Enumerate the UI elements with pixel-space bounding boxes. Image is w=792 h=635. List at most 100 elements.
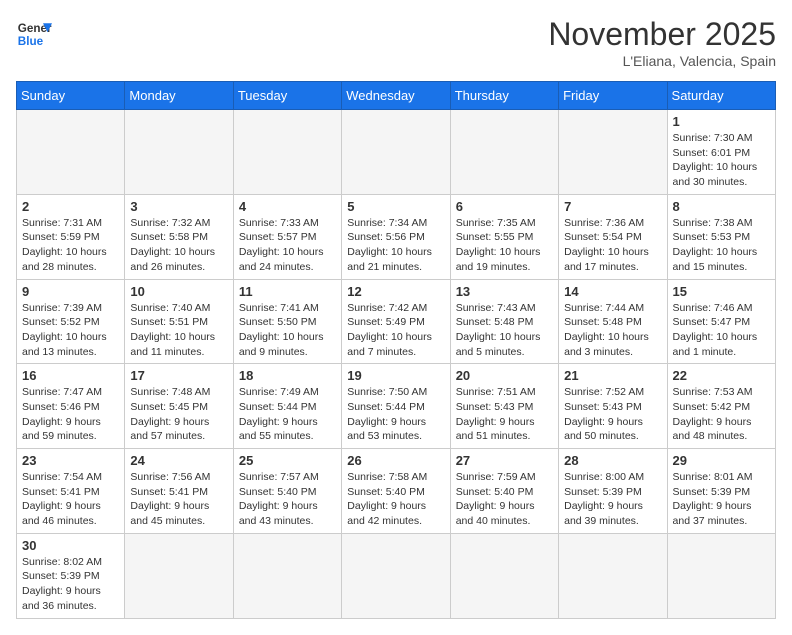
day-number: 9 <box>22 284 119 299</box>
day-number: 27 <box>456 453 553 468</box>
day-number: 7 <box>564 199 661 214</box>
day-number: 28 <box>564 453 661 468</box>
day-number: 11 <box>239 284 336 299</box>
day-number: 17 <box>130 368 227 383</box>
day-number: 30 <box>22 538 119 553</box>
calendar-week-1: 1Sunrise: 7:30 AM Sunset: 6:01 PM Daylig… <box>17 110 776 195</box>
weekday-header-saturday: Saturday <box>667 82 775 110</box>
calendar-cell: 2 Sunrise: 7:31 AM Sunset: 5:59 PM Daylig… <box>17 194 125 279</box>
day-info: Sunrise: 7:39 AM Sunset: 5:52 PM Dayligh… <box>22 301 119 360</box>
calendar-week-4: 16 Sunrise: 7:47 AM Sunset: 5:46 PM Dayli… <box>17 364 776 449</box>
calendar-cell: 16 Sunrise: 7:47 AM Sunset: 5:46 PM Dayli… <box>17 364 125 449</box>
day-info: Sunrise: 8:02 AM Sunset: 5:39 PM Dayligh… <box>22 555 119 614</box>
weekday-header-tuesday: Tuesday <box>233 82 341 110</box>
calendar-cell: 15Sunrise: 7:46 AM Sunset: 5:47 PM Dayli… <box>667 279 775 364</box>
day-info: Sunrise: 7:40 AM Sunset: 5:51 PM Dayligh… <box>130 301 227 360</box>
day-number: 5 <box>347 199 444 214</box>
calendar-cell: 8 Sunrise: 7:38 AM Sunset: 5:53 PM Daylig… <box>667 194 775 279</box>
day-info: Sunrise: 7:53 AM Sunset: 5:42 PM Dayligh… <box>673 385 770 444</box>
calendar-cell: 5Sunrise: 7:34 AM Sunset: 5:56 PM Daylig… <box>342 194 450 279</box>
day-number: 25 <box>239 453 336 468</box>
calendar-cell: 6 Sunrise: 7:35 AM Sunset: 5:55 PM Daylig… <box>450 194 558 279</box>
day-info: Sunrise: 7:54 AM Sunset: 5:41 PM Dayligh… <box>22 470 119 529</box>
day-number: 22 <box>673 368 770 383</box>
calendar-cell: 3Sunrise: 7:32 AM Sunset: 5:58 PM Daylig… <box>125 194 233 279</box>
month-title: November 2025 <box>548 16 776 53</box>
calendar-cell: 27Sunrise: 7:59 AM Sunset: 5:40 PM Dayli… <box>450 449 558 534</box>
calendar-cell <box>559 533 667 618</box>
page-header: General Blue November 2025 L'Eliana, Val… <box>16 16 776 69</box>
calendar-cell: 21 Sunrise: 7:52 AM Sunset: 5:43 PM Dayli… <box>559 364 667 449</box>
day-info: Sunrise: 7:33 AM Sunset: 5:57 PM Dayligh… <box>239 216 336 275</box>
calendar-cell <box>342 110 450 195</box>
calendar-cell: 4 Sunrise: 7:33 AM Sunset: 5:57 PM Daylig… <box>233 194 341 279</box>
day-number: 1 <box>673 114 770 129</box>
day-number: 12 <box>347 284 444 299</box>
calendar-cell: 11 Sunrise: 7:41 AM Sunset: 5:50 PM Dayli… <box>233 279 341 364</box>
day-number: 29 <box>673 453 770 468</box>
calendar-cell: 18Sunrise: 7:49 AM Sunset: 5:44 PM Dayli… <box>233 364 341 449</box>
calendar-cell <box>450 533 558 618</box>
day-info: Sunrise: 7:38 AM Sunset: 5:53 PM Dayligh… <box>673 216 770 275</box>
day-info: Sunrise: 7:36 AM Sunset: 5:54 PM Dayligh… <box>564 216 661 275</box>
calendar-cell: 29Sunrise: 8:01 AM Sunset: 5:39 PM Dayli… <box>667 449 775 534</box>
weekday-header-thursday: Thursday <box>450 82 558 110</box>
calendar-cell: 17 Sunrise: 7:48 AM Sunset: 5:45 PM Dayli… <box>125 364 233 449</box>
calendar-table: SundayMondayTuesdayWednesdayThursdayFrid… <box>16 81 776 619</box>
calendar-cell: 1Sunrise: 7:30 AM Sunset: 6:01 PM Daylig… <box>667 110 775 195</box>
day-info: Sunrise: 7:50 AM Sunset: 5:44 PM Dayligh… <box>347 385 444 444</box>
calendar-cell <box>342 533 450 618</box>
day-info: Sunrise: 7:46 AM Sunset: 5:47 PM Dayligh… <box>673 301 770 360</box>
calendar-cell <box>125 533 233 618</box>
calendar-cell <box>17 110 125 195</box>
day-info: Sunrise: 7:47 AM Sunset: 5:46 PM Dayligh… <box>22 385 119 444</box>
day-number: 18 <box>239 368 336 383</box>
day-info: Sunrise: 7:58 AM Sunset: 5:40 PM Dayligh… <box>347 470 444 529</box>
day-number: 14 <box>564 284 661 299</box>
location-subtitle: L'Eliana, Valencia, Spain <box>548 53 776 69</box>
calendar-cell: 7 Sunrise: 7:36 AM Sunset: 5:54 PM Daylig… <box>559 194 667 279</box>
calendar-week-3: 9 Sunrise: 7:39 AM Sunset: 5:52 PM Daylig… <box>17 279 776 364</box>
day-info: Sunrise: 7:48 AM Sunset: 5:45 PM Dayligh… <box>130 385 227 444</box>
logo: General Blue <box>16 16 52 52</box>
day-number: 16 <box>22 368 119 383</box>
calendar-cell: 23 Sunrise: 7:54 AM Sunset: 5:41 PM Dayli… <box>17 449 125 534</box>
calendar-cell: 14 Sunrise: 7:44 AM Sunset: 5:48 PM Dayli… <box>559 279 667 364</box>
calendar-cell: 30 Sunrise: 8:02 AM Sunset: 5:39 PM Dayli… <box>17 533 125 618</box>
day-info: Sunrise: 7:31 AM Sunset: 5:59 PM Dayligh… <box>22 216 119 275</box>
day-info: Sunrise: 7:41 AM Sunset: 5:50 PM Dayligh… <box>239 301 336 360</box>
calendar-cell: 13 Sunrise: 7:43 AM Sunset: 5:48 PM Dayli… <box>450 279 558 364</box>
weekday-header-friday: Friday <box>559 82 667 110</box>
calendar-week-6: 30 Sunrise: 8:02 AM Sunset: 5:39 PM Dayli… <box>17 533 776 618</box>
day-info: Sunrise: 7:35 AM Sunset: 5:55 PM Dayligh… <box>456 216 553 275</box>
day-number: 23 <box>22 453 119 468</box>
logo-icon: General Blue <box>16 16 52 52</box>
calendar-cell: 22 Sunrise: 7:53 AM Sunset: 5:42 PM Dayli… <box>667 364 775 449</box>
calendar-cell <box>233 533 341 618</box>
svg-text:Blue: Blue <box>18 35 44 48</box>
day-number: 4 <box>239 199 336 214</box>
calendar-cell <box>559 110 667 195</box>
calendar-cell: 24Sunrise: 7:56 AM Sunset: 5:41 PM Dayli… <box>125 449 233 534</box>
day-number: 26 <box>347 453 444 468</box>
weekday-header-wednesday: Wednesday <box>342 82 450 110</box>
calendar-cell: 10Sunrise: 7:40 AM Sunset: 5:51 PM Dayli… <box>125 279 233 364</box>
day-number: 21 <box>564 368 661 383</box>
day-number: 6 <box>456 199 553 214</box>
day-info: Sunrise: 7:42 AM Sunset: 5:49 PM Dayligh… <box>347 301 444 360</box>
weekday-header-monday: Monday <box>125 82 233 110</box>
day-info: Sunrise: 7:32 AM Sunset: 5:58 PM Dayligh… <box>130 216 227 275</box>
day-info: Sunrise: 7:43 AM Sunset: 5:48 PM Dayligh… <box>456 301 553 360</box>
day-number: 2 <box>22 199 119 214</box>
day-info: Sunrise: 7:44 AM Sunset: 5:48 PM Dayligh… <box>564 301 661 360</box>
day-number: 8 <box>673 199 770 214</box>
title-area: November 2025 L'Eliana, Valencia, Spain <box>548 16 776 69</box>
day-number: 13 <box>456 284 553 299</box>
day-info: Sunrise: 7:57 AM Sunset: 5:40 PM Dayligh… <box>239 470 336 529</box>
day-info: Sunrise: 7:52 AM Sunset: 5:43 PM Dayligh… <box>564 385 661 444</box>
calendar-cell <box>450 110 558 195</box>
calendar-cell: 19Sunrise: 7:50 AM Sunset: 5:44 PM Dayli… <box>342 364 450 449</box>
calendar-cell <box>233 110 341 195</box>
calendar-week-2: 2 Sunrise: 7:31 AM Sunset: 5:59 PM Daylig… <box>17 194 776 279</box>
weekday-header-row: SundayMondayTuesdayWednesdayThursdayFrid… <box>17 82 776 110</box>
